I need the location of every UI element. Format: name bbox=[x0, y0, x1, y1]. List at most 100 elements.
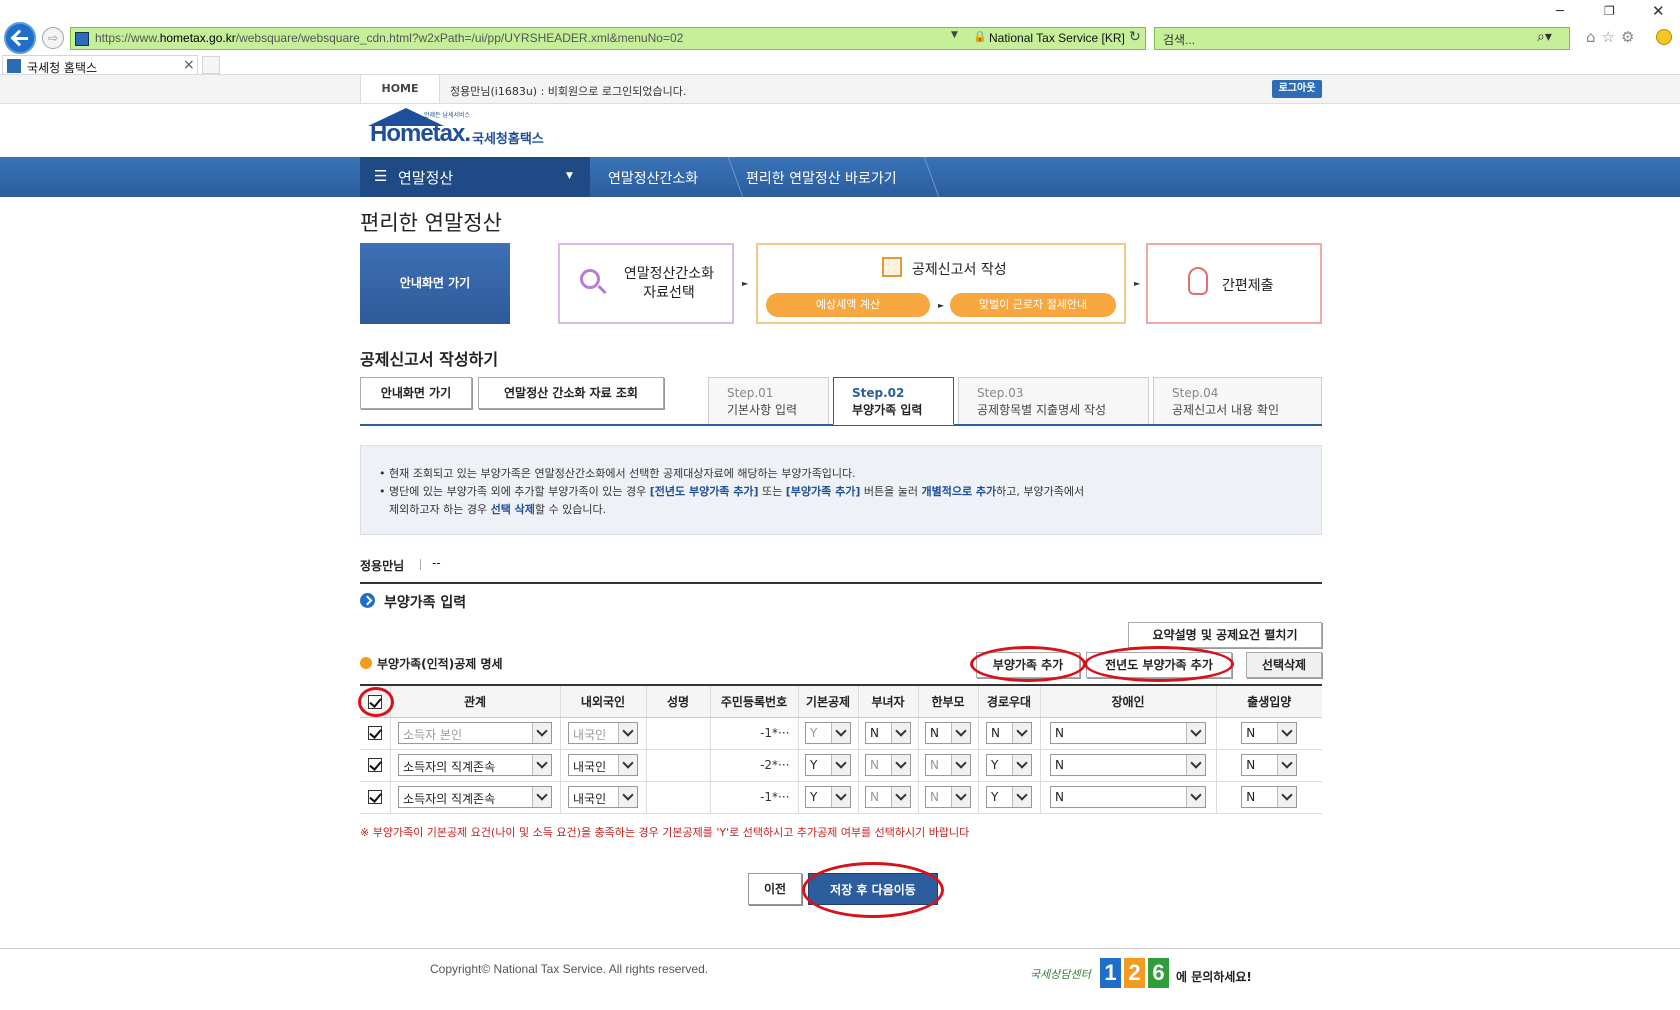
address-url[interactable]: https://www.hometax.go.kr/websquare/webs… bbox=[95, 31, 683, 45]
divider bbox=[420, 559, 421, 570]
settings-gear-icon[interactable]: ⚙ bbox=[1621, 28, 1640, 46]
restore-icon[interactable]: ❐ bbox=[1604, 4, 1615, 18]
tab-step-03[interactable]: Step.03 공제항목별 지출명세 작성 bbox=[958, 377, 1149, 425]
bullet-icon bbox=[360, 657, 372, 669]
column-header: 내외국인 bbox=[559, 684, 646, 718]
rrn-cell: -2*··· bbox=[709, 749, 798, 782]
row-select-cell[interactable] bbox=[360, 749, 390, 782]
single-parent-cell: N bbox=[917, 781, 978, 814]
row-select-cell[interactable] bbox=[360, 717, 390, 750]
contact-center-label: 국세상담센터 bbox=[1030, 968, 1091, 981]
home-link[interactable]: HOME bbox=[360, 75, 440, 103]
basic-deduction-select[interactable]: Y bbox=[805, 722, 851, 744]
lock-icon[interactable]: 🔒 bbox=[973, 30, 987, 43]
chevron-down-icon bbox=[951, 723, 970, 743]
nationality-select[interactable]: 내국인 bbox=[568, 754, 638, 776]
nav-item-shortcut[interactable]: 편리한 연말정산 바로가기 bbox=[746, 168, 897, 188]
logout-button[interactable]: 로그아웃 bbox=[1272, 80, 1322, 98]
chevron-down-icon bbox=[1186, 723, 1205, 743]
search-icon[interactable]: ⌕▾ bbox=[1537, 29, 1552, 45]
nationality-select[interactable]: 내국인 bbox=[568, 722, 638, 744]
table-row: 소득자 본인 내국인 -1*··· Y N N N N N bbox=[360, 717, 1322, 750]
row-checkbox[interactable] bbox=[367, 790, 382, 805]
disability-select[interactable]: N bbox=[1050, 786, 1206, 808]
toolbar-icons[interactable]: ⌂☆⚙ bbox=[1586, 28, 1640, 46]
dual-income-guide-button[interactable]: 맞벌이 근로자 절세안내 bbox=[950, 293, 1116, 317]
close-icon[interactable]: ✕ bbox=[1652, 2, 1665, 20]
elderly-select[interactable]: Y bbox=[986, 786, 1032, 808]
nav-separator bbox=[908, 157, 940, 197]
chevron-down-icon bbox=[1186, 787, 1205, 807]
certificate-label[interactable]: National Tax Service [KR] bbox=[989, 31, 1125, 45]
woman-select[interactable]: N bbox=[865, 754, 911, 776]
basic-deduction-select[interactable]: Y bbox=[805, 754, 851, 776]
nationality-select[interactable]: 내국인 bbox=[568, 786, 638, 808]
guide-button[interactable]: 안내화면 가기 bbox=[360, 377, 472, 409]
minimize-icon[interactable]: ─ bbox=[1556, 4, 1564, 19]
nav-item-simplified[interactable]: 연말정산간소화 bbox=[608, 168, 698, 188]
browser-search-box[interactable]: 검색... ⌕▾ bbox=[1154, 27, 1570, 50]
lookup-simplified-data-button[interactable]: 연말정산 간소화 자료 조회 bbox=[478, 377, 664, 409]
tab-close-icon[interactable]: × bbox=[183, 57, 195, 73]
delete-selected-button[interactable]: 선택삭제 bbox=[1246, 652, 1322, 678]
relation-select[interactable]: 소득자 본인 bbox=[398, 722, 552, 744]
chevron-down-icon bbox=[532, 723, 551, 743]
forward-button[interactable]: ⇨ bbox=[42, 27, 64, 49]
estimated-tax-button[interactable]: 예상세액 계산 bbox=[766, 293, 930, 317]
process-step-form[interactable]: 공제신고서 작성 예상세액 계산 ► 맞벌이 근로자 절세안내 bbox=[756, 243, 1126, 324]
elderly-select[interactable]: Y bbox=[986, 754, 1032, 776]
back-button[interactable] bbox=[4, 22, 36, 54]
highlight-ring bbox=[970, 646, 1086, 682]
name-cell bbox=[645, 749, 710, 782]
relation-select[interactable]: 소득자의 직계존속 bbox=[398, 786, 552, 808]
woman-cell: N bbox=[857, 717, 918, 750]
tab-step-02[interactable]: Step.02 부양가족 입력 bbox=[833, 377, 954, 425]
previous-button[interactable]: 이전 bbox=[748, 873, 802, 905]
hometax-logo[interactable]: 언제든 납세서비스 Hometax. 국세청홈택스 bbox=[368, 108, 588, 154]
row-checkbox[interactable] bbox=[367, 758, 382, 773]
arrow-circle-icon bbox=[360, 593, 375, 608]
nationality-cell: 내국인 bbox=[559, 781, 646, 814]
address-bar[interactable]: https://www.hometax.go.kr/websquare/webs… bbox=[70, 27, 1146, 50]
nav-menu-dropdown[interactable]: ☰ 연말정산 ▼ bbox=[360, 157, 590, 197]
tab-step-04[interactable]: Step.04 공제신고서 내용 확인 bbox=[1153, 377, 1322, 425]
refresh-icon[interactable]: ↻ bbox=[1129, 29, 1141, 45]
relation-cell: 소득자의 직계존속 bbox=[389, 749, 560, 782]
disability-select[interactable]: N bbox=[1050, 722, 1206, 744]
woman-select[interactable]: N bbox=[865, 786, 911, 808]
rrn-cell: -1*··· bbox=[709, 781, 798, 814]
disability-select[interactable]: N bbox=[1050, 754, 1206, 776]
home-icon[interactable]: ⌂ bbox=[1586, 28, 1602, 46]
process-step-label: 간편제출 bbox=[1222, 278, 1274, 294]
expand-summary-button[interactable]: 요약설명 및 공제요건 펼치기 bbox=[1128, 622, 1322, 648]
process-step-data-select[interactable]: 연말정산간소화 자료선택 bbox=[558, 243, 734, 324]
process-step-submit[interactable]: 간편제출 bbox=[1146, 243, 1322, 324]
contact-suffix: 에 문의하세요! bbox=[1176, 970, 1252, 984]
basic-deduction-cell: Y bbox=[797, 781, 858, 814]
elderly-select[interactable]: N bbox=[986, 722, 1032, 744]
relation-cell: 소득자 본인 bbox=[389, 717, 560, 750]
single-parent-select[interactable]: N bbox=[925, 722, 971, 744]
woman-select[interactable]: N bbox=[865, 722, 911, 744]
favorites-star-icon[interactable]: ☆ bbox=[1602, 28, 1621, 46]
tab-step-number: Step.01 bbox=[727, 386, 774, 400]
single-parent-select[interactable]: N bbox=[925, 754, 971, 776]
chevron-down-icon bbox=[831, 755, 850, 775]
birth-adoption-select[interactable]: N bbox=[1241, 722, 1298, 744]
guide-page-button[interactable]: 안내화면 가기 bbox=[360, 243, 510, 324]
chevron-down-icon bbox=[1012, 723, 1031, 743]
birth-adoption-select[interactable]: N bbox=[1241, 786, 1298, 808]
address-dropdown-icon[interactable]: ▼ bbox=[951, 30, 958, 40]
feedback-smiley-icon[interactable] bbox=[1656, 29, 1672, 45]
row-select-cell[interactable] bbox=[360, 781, 390, 814]
basic-deduction-select[interactable]: Y bbox=[805, 786, 851, 808]
new-tab-button[interactable] bbox=[202, 56, 220, 74]
row-checkbox[interactable] bbox=[367, 726, 382, 741]
relation-select[interactable]: 소득자의 직계존속 bbox=[398, 754, 552, 776]
tab-step-number: Step.03 bbox=[977, 386, 1024, 400]
birth-adoption-select[interactable]: N bbox=[1241, 754, 1298, 776]
nav-separator bbox=[712, 157, 744, 197]
pointer-hand-icon bbox=[1188, 267, 1208, 295]
tab-step-01[interactable]: Step.01 기본사항 입력 bbox=[708, 377, 829, 425]
single-parent-select[interactable]: N bbox=[925, 786, 971, 808]
